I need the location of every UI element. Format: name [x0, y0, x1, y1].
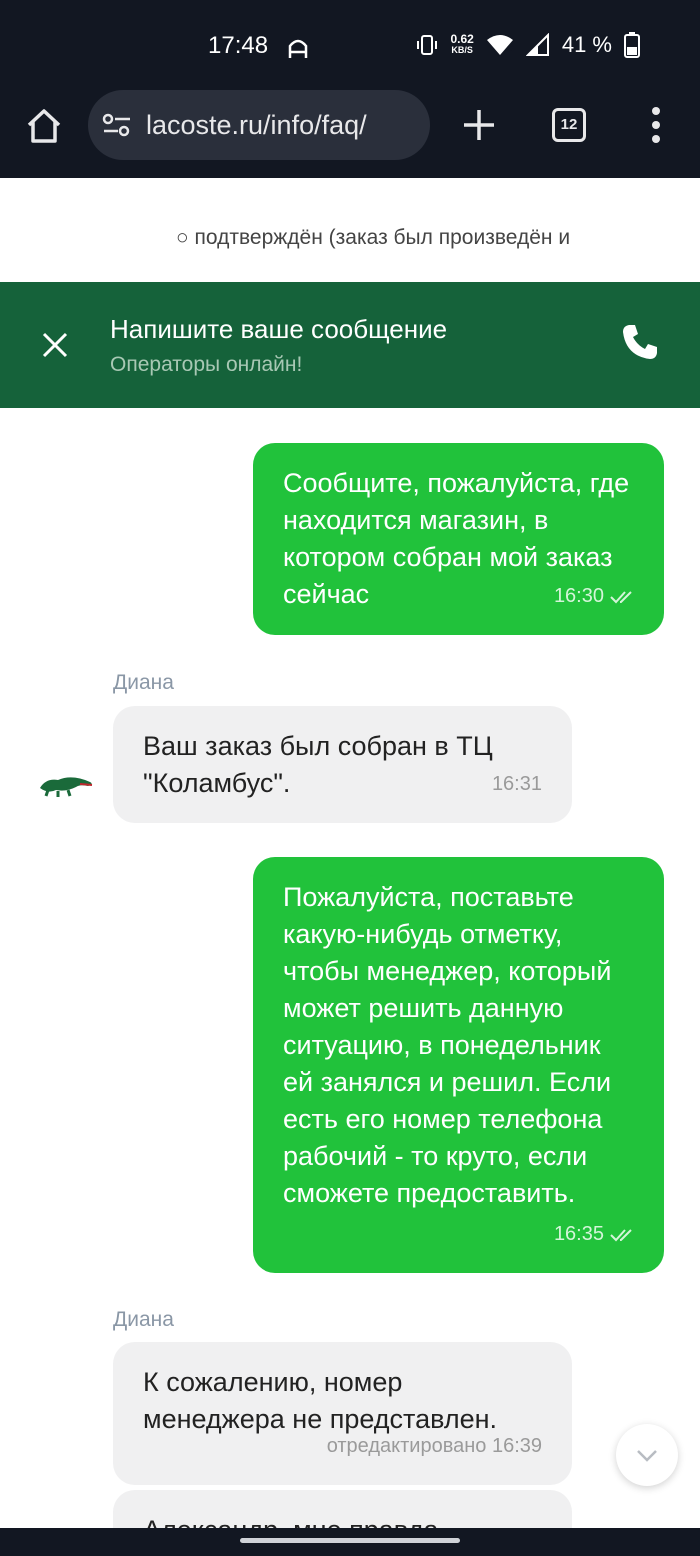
net-speed-value: 0.62	[450, 32, 474, 46]
sender-name: Диана	[113, 671, 174, 694]
sender-name: Диана	[113, 1308, 174, 1331]
url-text[interactable]: lacoste.ru/info/faq/	[146, 110, 367, 141]
message-incoming: Александр, мне правда	[113, 1490, 572, 1530]
browser-toolbar: lacoste.ru/info/faq/ 12	[0, 90, 700, 178]
status-time: 17:48	[208, 32, 269, 59]
message-text: Пожалуйста, поставьте какую-нибудь отмет…	[283, 882, 612, 1208]
tune-icon[interactable]	[102, 112, 132, 138]
crocodile-logo-icon	[40, 777, 93, 797]
chat-header: Напишите ваше сообщение Операторы онлайн…	[0, 282, 700, 408]
vibrate-icon	[417, 35, 438, 55]
message-text: К сожалению, номер менеджера не представ…	[143, 1367, 498, 1434]
battery-icon	[624, 32, 640, 58]
plus-icon[interactable]	[462, 108, 496, 142]
message-time: 16:35	[553, 1223, 604, 1245]
message-incoming: Ваш заказ был собран в ТЦ "Коламбус". 16…	[113, 706, 572, 823]
message-meta: 16:35	[554, 1216, 636, 1253]
message-time: 16:31	[491, 773, 542, 795]
wifi-icon	[486, 35, 514, 55]
message-outgoing: Сообщите, пожалуйста, где находится мага…	[253, 443, 664, 635]
net-speed-unit: KB/S	[451, 45, 473, 55]
page-list-item: ○ подтверждён (заказ был произведён и	[176, 226, 571, 249]
system-nav-bar	[0, 1528, 700, 1556]
message-incoming: К сожалению, номер менеджера не представ…	[113, 1342, 572, 1485]
home-icon[interactable]	[24, 106, 64, 146]
message-meta: 16:30	[554, 578, 636, 615]
status-indicators: 0.62 KB/S 41 %	[416, 32, 640, 58]
gesture-handle[interactable]	[240, 1538, 460, 1543]
avatar	[36, 754, 96, 814]
phone-icon[interactable]	[620, 322, 660, 362]
message-time: отредактировано 16:39	[326, 1435, 542, 1457]
scroll-down-button[interactable]	[616, 1424, 678, 1486]
battery-percent: 41 %	[561, 32, 612, 57]
chat-title: Напишите ваше сообщение	[110, 314, 448, 344]
chevron-down-icon	[637, 1450, 657, 1462]
double-check-icon	[610, 1228, 632, 1241]
double-check-icon	[610, 590, 632, 603]
net-speed: 0.62 KB/S	[450, 32, 474, 56]
address-bar[interactable]: lacoste.ru/info/faq/	[88, 90, 430, 160]
message-outgoing: Пожалуйста, поставьте какую-нибудь отмет…	[253, 857, 664, 1273]
close-icon[interactable]	[40, 330, 70, 360]
page-content-behind: ○ подтверждён (заказ был произведён и	[0, 178, 700, 282]
message-text: Ваш заказ был собран в ТЦ "Коламбус".	[143, 731, 493, 798]
status-bar: 17:48 0.62 KB/S 41 %	[0, 0, 700, 90]
chat-messages[interactable]: Сообщите, пожалуйста, где находится мага…	[0, 408, 700, 1530]
chat-subtitle: Операторы онлайн!	[110, 353, 303, 376]
message-time: 16:30	[553, 585, 604, 607]
upload-status-icon	[288, 39, 308, 58]
signal-icon	[525, 33, 549, 56]
more-vert-icon[interactable]	[650, 106, 662, 144]
tab-switcher-button[interactable]: 12	[552, 108, 586, 142]
